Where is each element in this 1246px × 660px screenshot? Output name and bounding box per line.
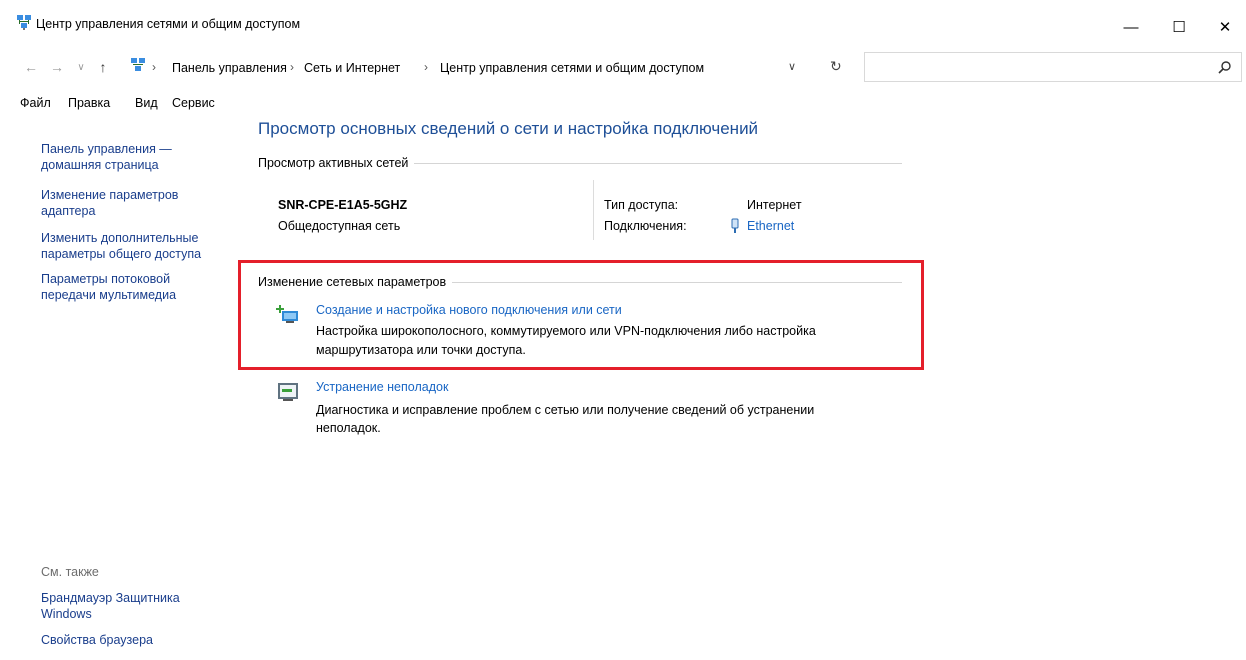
- back-arrow-icon[interactable]: ←: [20, 56, 42, 78]
- network-center-icon: [17, 15, 31, 30]
- breadcrumb-separator: ›: [424, 60, 428, 74]
- troubleshoot-icon: [278, 383, 298, 401]
- sidebar-link-browser-properties[interactable]: Свойства браузера: [41, 632, 153, 648]
- menu-tools[interactable]: Сервис: [172, 96, 215, 110]
- troubleshoot-link[interactable]: Устранение неполадок: [316, 380, 448, 394]
- troubleshoot-description: неполадок.: [316, 421, 381, 435]
- breadcrumb-network-center[interactable]: Центр управления сетями и общим доступом: [440, 61, 704, 75]
- troubleshoot-description: Диагностика и исправление проблем с сеть…: [316, 403, 815, 417]
- breadcrumb-control-panel[interactable]: Панель управления: [172, 61, 287, 75]
- breadcrumb-separator: ›: [290, 60, 294, 74]
- connections-label: Подключения:: [604, 219, 687, 233]
- network-center-icon: [131, 58, 145, 71]
- title-bar: Центр управления сетями и общим доступом…: [0, 0, 1246, 46]
- search-icon[interactable]: [1218, 60, 1232, 74]
- maximize-button[interactable]: ☐: [1156, 12, 1202, 42]
- sidebar-link-sharing-settings[interactable]: Изменить дополнительные параметры общего…: [41, 230, 201, 262]
- page-title: Просмотр основных сведений о сети и наст…: [258, 119, 759, 138]
- close-button[interactable]: ✕: [1202, 12, 1246, 42]
- menu-view[interactable]: Вид: [135, 96, 158, 110]
- access-type-label: Тип доступа:: [604, 198, 679, 212]
- refresh-icon[interactable]: ↻: [830, 58, 842, 75]
- breadcrumb-network-internet[interactable]: Сеть и Интернет: [304, 61, 400, 75]
- access-type-value: Интернет: [747, 198, 802, 212]
- sidebar-link-firewall[interactable]: Брандмауэр Защитника Windows: [41, 590, 180, 622]
- recent-locations-chevron-icon[interactable]: ∨: [70, 56, 92, 78]
- highlight-box: [238, 260, 924, 370]
- active-networks-label: Просмотр активных сетей: [258, 156, 415, 170]
- network-name: SNR-CPE-E1A5-5GHZ: [278, 198, 408, 212]
- vertical-divider: [593, 180, 594, 240]
- address-dropdown-chevron-icon[interactable]: ∨: [788, 60, 796, 73]
- forward-arrow-icon[interactable]: →: [46, 56, 68, 78]
- search-input[interactable]: [864, 52, 1242, 82]
- ethernet-icon: [731, 218, 739, 233]
- up-arrow-icon[interactable]: ↑: [92, 56, 114, 78]
- menu-file[interactable]: Файл: [20, 96, 51, 110]
- minimize-button[interactable]: —: [1108, 12, 1154, 42]
- sidebar-link-home[interactable]: Панель управления — домашняя страница: [41, 141, 172, 173]
- window-title: Центр управления сетями и общим доступом: [36, 17, 301, 31]
- menu-edit[interactable]: Правка: [68, 96, 110, 110]
- ethernet-connection-link[interactable]: Ethernet: [747, 219, 794, 233]
- sidebar-link-media-streaming[interactable]: Параметры потоковой передачи мультимедиа: [41, 271, 176, 303]
- sidebar-link-adapter-settings[interactable]: Изменение параметров адаптера: [41, 187, 178, 219]
- breadcrumb-separator: ›: [152, 60, 156, 74]
- see-also-label: См. также: [41, 565, 99, 579]
- network-type-link[interactable]: Общедоступная сеть: [278, 219, 400, 233]
